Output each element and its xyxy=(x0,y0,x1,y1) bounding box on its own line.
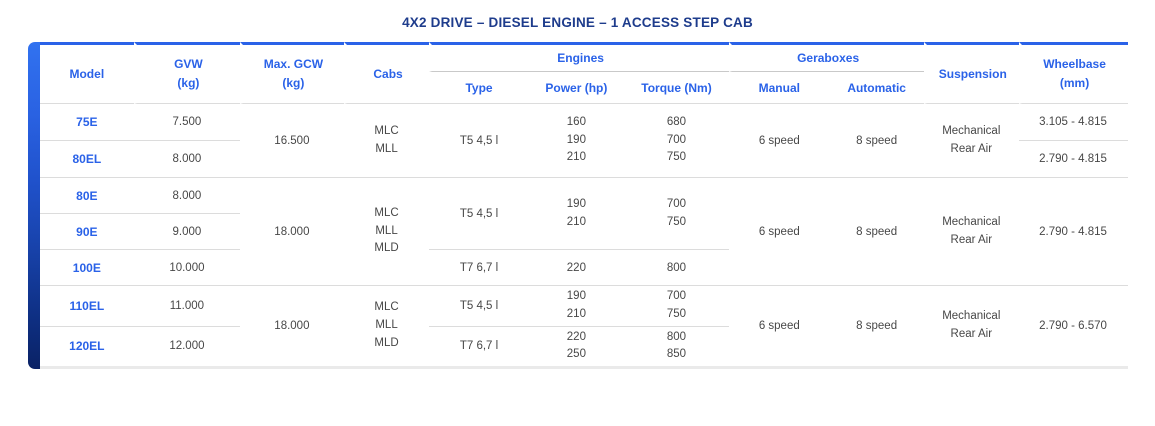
cell-max-gcw: 18.000 xyxy=(240,286,344,366)
col-header-wheelbase: Wheelbase (mm) xyxy=(1019,42,1128,104)
spec-table-container: Model GVW (kg) Max. GCW (kg) Cabs Engine… xyxy=(28,42,1128,369)
col-header-max-gcw: Max. GCW (kg) xyxy=(240,42,344,104)
cell-manual-gearbox: 6 speed xyxy=(729,178,829,286)
cell-power: 220 xyxy=(529,250,624,286)
col-header-gvw: GVW (kg) xyxy=(134,42,240,104)
cell-model: 100E xyxy=(40,250,135,286)
cell-torque: 800 850 xyxy=(624,327,730,367)
cell-gvw: 7.500 xyxy=(134,104,240,141)
left-accent-bar xyxy=(28,42,40,369)
cell-torque: 800 xyxy=(624,250,730,286)
spec-table: Model GVW (kg) Max. GCW (kg) Cabs Engine… xyxy=(40,42,1128,369)
cell-wheelbase: 2.790 - 4.815 xyxy=(1019,178,1128,286)
table-row: 110EL 11.000 18.000 MLC MLL MLD T5 4,5 l… xyxy=(40,286,1128,327)
cell-wheelbase: 3.105 - 4.815 xyxy=(1019,104,1128,141)
cell-model: 80EL xyxy=(40,141,135,178)
col-header-model: Model xyxy=(40,42,135,104)
cell-power: 190 210 xyxy=(529,286,624,327)
cell-manual-gearbox: 6 speed xyxy=(729,104,829,178)
cell-suspension: Mechanical Rear Air xyxy=(924,178,1019,286)
cell-engine-type: T5 4,5 l xyxy=(429,178,529,250)
cell-suspension: Mechanical Rear Air xyxy=(924,286,1019,366)
cell-engine-type: T5 4,5 l xyxy=(429,104,529,178)
table-row: 80E 8.000 18.000 MLC MLL MLD T5 4,5 l 19… xyxy=(40,178,1128,214)
cell-torque: 680 700 750 xyxy=(624,104,730,178)
cell-engine-type: T5 4,5 l xyxy=(429,286,529,327)
cell-cabs: MLC MLL xyxy=(344,104,429,178)
cell-gvw: 8.000 xyxy=(134,178,240,214)
cell-gvw: 8.000 xyxy=(134,141,240,178)
header-row-groups: Model GVW (kg) Max. GCW (kg) Cabs Engine… xyxy=(40,42,1128,72)
cell-engine-type: T7 6,7 l xyxy=(429,250,529,286)
cell-torque: 700 750 xyxy=(624,178,730,250)
cell-automatic-gearbox: 8 speed xyxy=(829,286,924,366)
cell-gvw: 12.000 xyxy=(134,327,240,367)
cell-model: 75E xyxy=(40,104,135,141)
cell-model: 110EL xyxy=(40,286,135,327)
cell-manual-gearbox: 6 speed xyxy=(729,286,829,366)
col-header-type: Type xyxy=(429,72,529,104)
cell-torque: 700 750 xyxy=(624,286,730,327)
cell-max-gcw: 16.500 xyxy=(240,104,344,178)
col-header-cabs: Cabs xyxy=(344,42,429,104)
cell-gvw: 10.000 xyxy=(134,250,240,286)
cell-wheelbase: 2.790 - 6.570 xyxy=(1019,286,1128,366)
col-group-engines: Engines xyxy=(429,42,729,72)
col-header-power: Power (hp) xyxy=(529,72,624,104)
page-title: 4X2 DRIVE – DIESEL ENGINE – 1 ACCESS STE… xyxy=(0,15,1155,30)
cell-power: 220 250 xyxy=(529,327,624,367)
col-group-gearboxes: Geraboxes xyxy=(729,42,924,72)
cell-power: 190 210 xyxy=(529,178,624,250)
cell-gvw: 9.000 xyxy=(134,214,240,250)
col-header-automatic: Automatic xyxy=(829,72,924,104)
cell-automatic-gearbox: 8 speed xyxy=(829,104,924,178)
cell-engine-type: T7 6,7 l xyxy=(429,327,529,367)
cell-model: 120EL xyxy=(40,327,135,367)
cell-gvw: 11.000 xyxy=(134,286,240,327)
cell-cabs: MLC MLL MLD xyxy=(344,178,429,286)
table-row: 75E 7.500 16.500 MLC MLL T5 4,5 l 160 19… xyxy=(40,104,1128,141)
col-header-torque: Torque (Nm) xyxy=(624,72,730,104)
col-header-suspension: Suspension xyxy=(924,42,1019,104)
cell-power: 160 190 210 xyxy=(529,104,624,178)
cell-suspension: Mechanical Rear Air xyxy=(924,104,1019,178)
cell-wheelbase: 2.790 - 4.815 xyxy=(1019,141,1128,178)
cell-model: 80E xyxy=(40,178,135,214)
cell-cabs: MLC MLL MLD xyxy=(344,286,429,366)
cell-model: 90E xyxy=(40,214,135,250)
cell-automatic-gearbox: 8 speed xyxy=(829,178,924,286)
col-header-manual: Manual xyxy=(729,72,829,104)
cell-max-gcw: 18.000 xyxy=(240,178,344,286)
